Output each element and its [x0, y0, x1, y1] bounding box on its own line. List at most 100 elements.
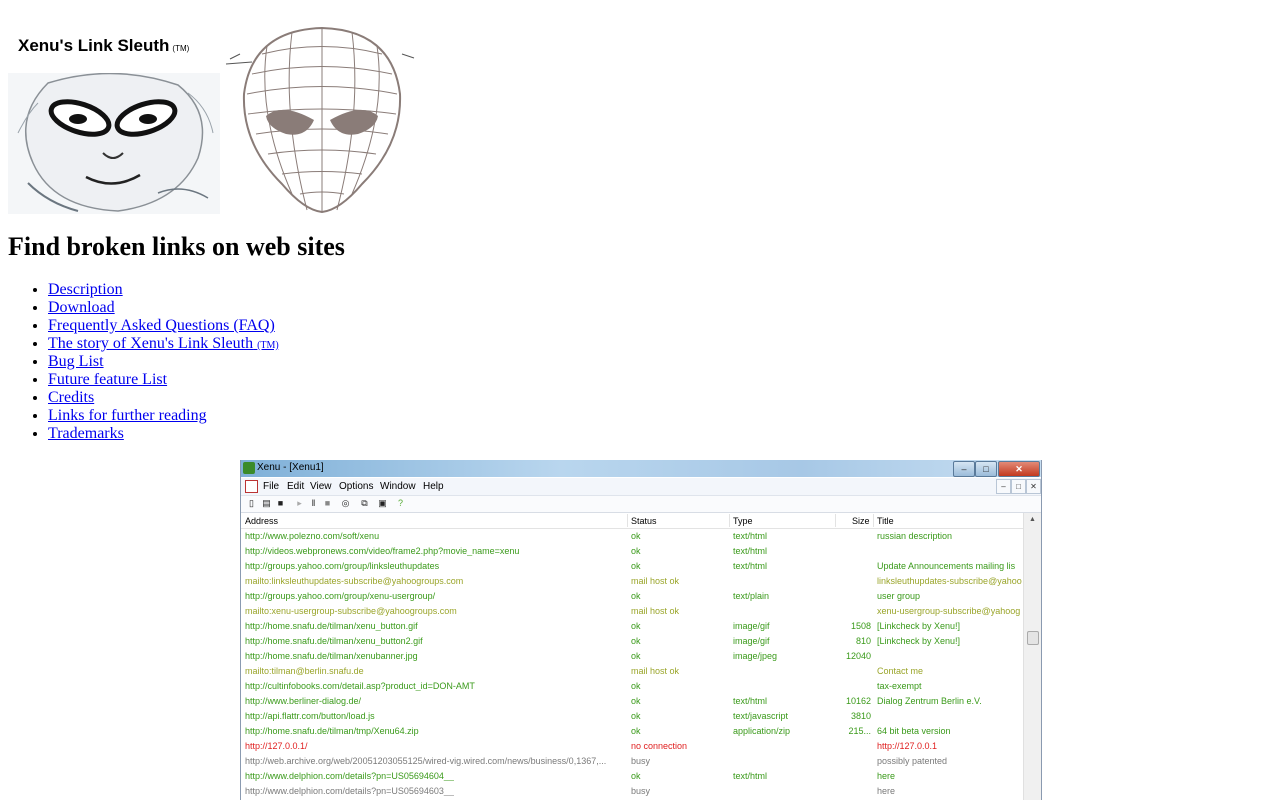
cell-size: 215...	[848, 726, 871, 736]
cell-title: Update Announcements mailing lis	[877, 561, 1016, 571]
cell-status: ok	[631, 681, 641, 691]
further-reading-link[interactable]: Links for further reading	[48, 407, 207, 424]
description-link[interactable]: Description	[48, 281, 123, 298]
app-icon	[243, 462, 255, 474]
cell-type: text/html	[733, 696, 768, 706]
cell-address: http://cultinfobooks.com/detail.asp?prod…	[245, 681, 475, 691]
cell-status: ok	[631, 531, 641, 541]
column-size: Size	[852, 516, 870, 526]
vertical-scrollbar: ▲	[1023, 513, 1041, 800]
cell-title: tax-exempt	[877, 681, 922, 691]
cell-title: Contact me	[877, 666, 924, 676]
column-divider	[627, 514, 628, 527]
cell-size: 810	[855, 636, 871, 646]
maximize-icon: □	[975, 461, 997, 477]
cell-type: text/html	[733, 561, 768, 571]
trademarks-link[interactable]: Trademarks	[48, 425, 124, 442]
cell-title: 64 bit beta version	[877, 726, 951, 736]
menu-window: Window	[380, 481, 416, 492]
cell-address: http://home.snafu.de/tilman/xenu_button.…	[245, 621, 418, 631]
cell-title: user group	[877, 591, 921, 601]
cell-status: ok	[631, 561, 641, 571]
pause-icon: ‖	[311, 498, 316, 508]
story-link-tm: (TM)	[257, 340, 279, 351]
story-link[interactable]: The story of Xenu's Link Sleuth (TM)	[48, 335, 279, 352]
page-headline: Find broken links on web sites	[8, 232, 345, 261]
alien-face-image	[8, 73, 220, 214]
cell-title: linksleuthupdates-subscribe@yahoo	[877, 576, 1022, 586]
nav-list-item: Frequently Asked Questions (FAQ)	[48, 317, 279, 335]
mdi-minimize-icon: –	[996, 479, 1011, 494]
cell-status: busy	[631, 786, 651, 796]
cell-type: text/html	[733, 546, 768, 556]
table-row: http://home.snafu.de/tilman/tmp/Xenu64.z…	[241, 724, 1023, 739]
cell-title: [Linkcheck by Xenu!]	[877, 621, 961, 631]
cell-title: Dialog Zentrum Berlin e.V.	[877, 696, 982, 706]
close-icon: ✕	[998, 461, 1040, 477]
cell-status: ok	[631, 591, 641, 601]
nav-list-item: Bug List	[48, 353, 279, 371]
column-divider	[873, 514, 874, 527]
cell-status: ok	[631, 546, 641, 556]
menu-view: View	[310, 481, 332, 492]
faq-link[interactable]: Frequently Asked Questions (FAQ)	[48, 317, 275, 334]
column-type: Type	[733, 516, 753, 526]
download-link[interactable]: Download	[48, 299, 115, 316]
table-row: http://groups.yahoo.com/group/xenu-userg…	[241, 589, 1023, 604]
properties-icon: ▣	[378, 498, 387, 508]
cell-address: http://web.archive.org/web/2005120305512…	[245, 756, 607, 766]
column-divider	[729, 514, 730, 527]
cell-title: here	[877, 771, 896, 781]
mdi-restore-icon: □	[1011, 479, 1026, 494]
bug-list-link[interactable]: Bug List	[48, 353, 104, 370]
cell-title: http://127.0.0.1	[877, 741, 938, 751]
cell-status: no connection	[631, 741, 688, 751]
credits-link[interactable]: Credits	[48, 389, 94, 406]
column-status: Status	[631, 516, 657, 526]
help-icon: ?	[397, 498, 403, 508]
cell-type: text/html	[733, 531, 768, 541]
cell-address: mailto:linksleuthupdates-subscribe@yahoo…	[245, 576, 464, 586]
table-row: http://home.snafu.de/tilman/xenu_button2…	[241, 634, 1023, 649]
table-row: mailto:linksleuthupdates-subscribe@yahoo…	[241, 574, 1023, 589]
cell-size: 12040	[845, 651, 871, 661]
cell-address: http://www.polezno.com/soft/xenu	[245, 531, 380, 541]
table-row: http://cultinfobooks.com/detail.asp?prod…	[241, 679, 1023, 694]
table-row: mailto:xenu-usergroup-subscribe@yahoogro…	[241, 604, 1023, 619]
menu-options: Options	[339, 481, 374, 492]
nav-list-item: Future feature List	[48, 371, 279, 389]
cell-title: here	[877, 786, 896, 796]
toolbar: ▯ ▤ ■ ▸ ‖ ■ ◎ ⧉ ▣ ?	[241, 496, 1041, 513]
alien-wireframe-image	[222, 24, 422, 214]
cell-type: text/html	[733, 771, 768, 781]
table-row: http://www.polezno.com/soft/xenu ok text/h…	[241, 529, 1023, 544]
nav-list-item: Description	[48, 281, 279, 299]
cell-address: http://home.snafu.de/tilman/tmp/Xenu64.z…	[245, 726, 419, 736]
cell-status: mail host ok	[631, 576, 680, 586]
column-address: Address	[245, 516, 279, 526]
column-divider	[835, 514, 836, 527]
stop-icon: ■	[324, 498, 331, 508]
cell-status: ok	[631, 651, 641, 661]
cell-status: ok	[631, 696, 641, 706]
cell-status: mail host ok	[631, 666, 680, 676]
cell-title: russian description	[877, 531, 953, 541]
table-row: mailto:tilman@berlin.snafu.de mail host o…	[241, 664, 1023, 679]
cell-address: http://www.delphion.com/details?pn=US056…	[245, 771, 454, 781]
future-feature-link[interactable]: Future feature List	[48, 371, 167, 388]
nav-link-list: Description Download Frequently Asked Qu…	[48, 281, 279, 443]
table-row: http://home.snafu.de/tilman/xenu_button.…	[241, 619, 1023, 634]
table-row: http://127.0.0.1/no connection http://127…	[241, 739, 1023, 754]
cell-size: 10162	[845, 696, 871, 706]
play-icon: ▸	[297, 498, 302, 508]
logo-title: Xenu's Link Sleuth (TM)	[18, 36, 189, 56]
menu-file: File	[263, 481, 280, 492]
open-icon: ▤	[262, 498, 271, 508]
cell-status: ok	[631, 711, 641, 721]
cell-status: ok	[631, 636, 641, 646]
results-table: http://www.polezno.com/soft/xenu ok text/h…	[241, 529, 1023, 799]
cell-title: [Linkcheck by Xenu!]	[877, 636, 961, 646]
table-row: http://www.delphion.com/details?pn=US056…	[241, 769, 1023, 784]
cell-status: ok	[631, 771, 641, 781]
cell-size: 3810	[850, 711, 871, 721]
